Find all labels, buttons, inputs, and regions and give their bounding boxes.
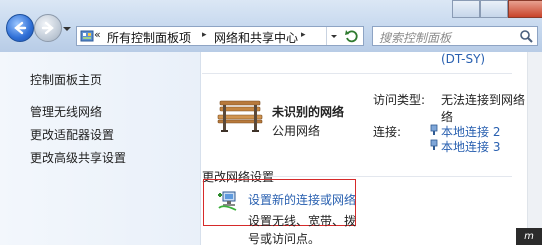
setup-description-cont: 号或访问点。 <box>248 232 321 246</box>
back-button[interactable] <box>6 14 34 42</box>
scrollbar[interactable] <box>527 52 542 245</box>
address-dropdown[interactable] <box>326 27 341 45</box>
search-icon[interactable] <box>519 29 533 43</box>
breadcrumb-arrow-icon[interactable]: ▸ <box>202 30 207 40</box>
address-bar[interactable]: « 所有控制面板项 ▸ 网络和共享中心 ▸ <box>76 26 364 46</box>
breadcrumb-overflow[interactable]: « <box>94 28 101 41</box>
sidebar-item-home[interactable]: 控制面板主页 <box>30 71 102 88</box>
close-button[interactable] <box>508 0 542 18</box>
search-box[interactable]: 搜索控制面板 <box>372 26 538 46</box>
network-type-link[interactable]: 公用网络 <box>272 122 320 139</box>
sidebar-item-adapter-settings[interactable]: 更改适配器设置 <box>30 126 114 143</box>
watermark-badge: m <box>516 228 542 245</box>
sidebar-item-manage-wireless[interactable]: 管理无线网络 <box>30 103 102 120</box>
breadcrumb-arrow-icon[interactable]: ▸ <box>301 30 306 40</box>
forward-button[interactable] <box>34 14 62 42</box>
ethernet-icon <box>430 124 438 135</box>
search-input[interactable]: 搜索控制面板 <box>379 29 451 46</box>
sidebar-item-sharing-settings[interactable]: 更改高级共享设置 <box>30 149 126 166</box>
computer-name-link[interactable]: (DT-SY) <box>441 52 485 66</box>
arrow-left-icon <box>14 21 27 35</box>
breadcrumb-all-items[interactable]: 所有控制面板项 <box>107 29 191 46</box>
ethernet-icon <box>430 139 438 150</box>
navigation-bar: « 所有控制面板项 ▸ 网络和共享中心 ▸ 搜索控制面板 <box>0 0 542 52</box>
network-name: 未识别的网络 <box>272 105 345 119</box>
divider <box>202 73 512 74</box>
control-panel-icon <box>80 30 94 42</box>
refresh-icon[interactable] <box>343 28 361 44</box>
maximize-button[interactable] <box>480 0 508 18</box>
chevron-down-icon[interactable] <box>62 24 72 34</box>
chevron-down-icon <box>331 35 337 38</box>
connection-link-3[interactable]: 本地连接 3 <box>441 138 500 155</box>
access-type-label: 访问类型: <box>373 93 426 107</box>
setup-new-connection-link[interactable]: 设置新的连接或网络 <box>248 191 356 208</box>
access-type-value: 无法连接到网络 <box>441 93 526 107</box>
new-connection-icon <box>218 191 237 211</box>
divider <box>266 176 512 177</box>
connections-label: 连接: <box>373 125 402 139</box>
public-network-bench-icon <box>217 100 263 132</box>
setup-description: 设置无线、宽带、拨 <box>248 214 357 228</box>
arrow-right-icon <box>41 21 54 35</box>
minimize-button[interactable] <box>452 0 480 18</box>
breadcrumb-network-center[interactable]: 网络和共享中心 <box>214 29 298 46</box>
